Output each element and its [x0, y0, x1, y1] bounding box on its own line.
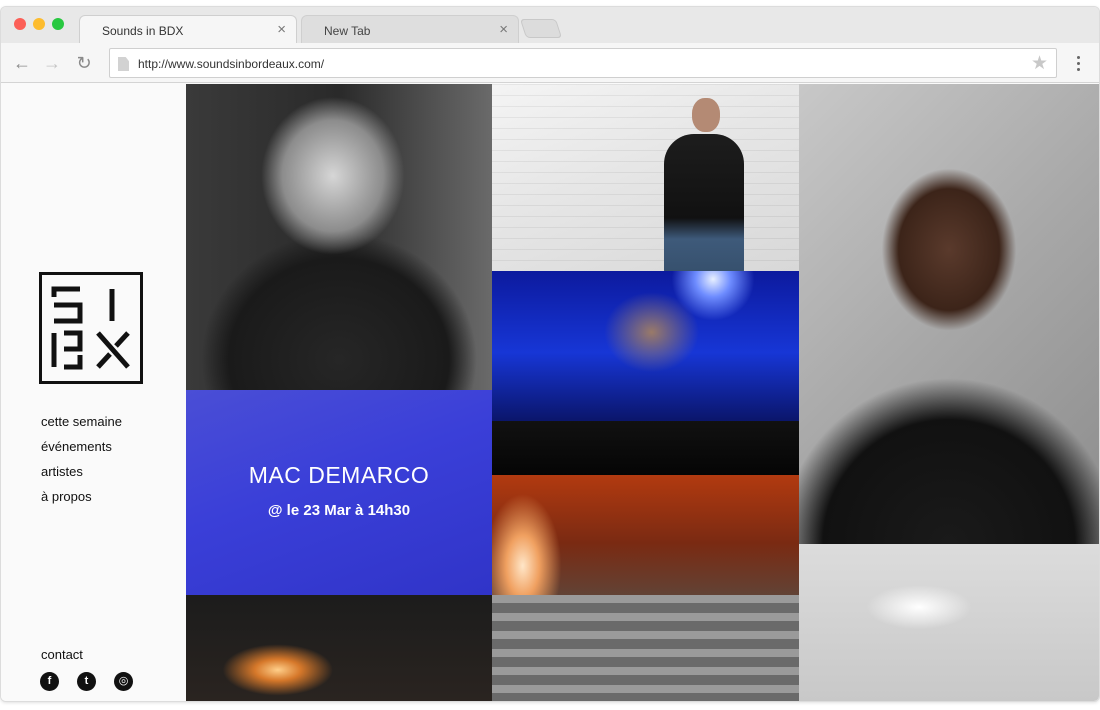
back-arrow-icon[interactable]: ← — [11, 52, 33, 74]
photo-figure — [664, 134, 744, 271]
artist-photo-tile[interactable] — [492, 271, 799, 475]
artist-photo-tile[interactable] — [799, 84, 1099, 544]
new-tab-button[interactable] — [519, 19, 563, 38]
reload-icon[interactable]: ↻ — [73, 52, 95, 74]
nav-artistes[interactable]: artistes — [41, 464, 122, 479]
close-window-button[interactable] — [14, 18, 26, 30]
maximize-window-button[interactable] — [52, 18, 64, 30]
bookmark-star-icon[interactable]: ★ — [1031, 52, 1048, 75]
event-artist-name: MAC DEMARCO — [248, 462, 430, 488]
featured-event-tile[interactable]: MAC DEMARCO @ le 23 Mar à 14h30 — [186, 390, 492, 595]
sidebar: cette semaine événements artistes à prop… — [1, 84, 186, 701]
nav-a-propos[interactable]: à propos — [41, 489, 122, 504]
close-tab-icon[interactable]: × — [277, 21, 286, 38]
close-tab-icon[interactable]: × — [499, 21, 508, 38]
photo-stairs — [492, 595, 799, 701]
artist-photo-tile[interactable] — [799, 544, 1099, 701]
nav-cette-semaine[interactable]: cette semaine — [41, 414, 122, 429]
tab-title: New Tab — [324, 24, 371, 38]
kebab-menu-icon[interactable] — [1071, 52, 1085, 74]
tab-title: Sounds in BDX — [102, 24, 184, 38]
logo-glyphs — [51, 286, 130, 370]
twitter-icon[interactable]: t — [77, 672, 96, 691]
photo-figure-head — [692, 98, 720, 132]
contact-link[interactable]: contact — [41, 647, 83, 662]
forward-arrow-icon[interactable]: → — [41, 52, 63, 74]
tab-strip: Sounds in BDX × New Tab × — [1, 7, 1099, 43]
tab-sounds-in-bdx[interactable]: Sounds in BDX × — [79, 15, 297, 43]
site-logo[interactable] — [39, 272, 143, 384]
web-page: cette semaine événements artistes à prop… — [1, 84, 1099, 701]
artist-photo-tile[interactable] — [186, 595, 492, 701]
photo-dj-desk — [492, 421, 799, 475]
browser-toolbar: ← → ↻ http://www.soundsinbordeaux.com/ ★ — [1, 43, 1099, 83]
artist-photo-tile[interactable] — [492, 84, 799, 271]
nav-evenements[interactable]: événements — [41, 439, 122, 454]
artist-photo-tile[interactable] — [186, 84, 492, 390]
photo-wall-texture — [492, 84, 799, 271]
main-nav: cette semaine événements artistes à prop… — [41, 414, 122, 514]
url-text[interactable]: http://www.soundsinbordeaux.com/ — [138, 57, 324, 71]
address-bar[interactable]: http://www.soundsinbordeaux.com/ ★ — [109, 48, 1057, 78]
event-date: @ le 23 Mar à 14h30 — [267, 502, 411, 519]
tab-new-tab[interactable]: New Tab × — [301, 15, 519, 43]
page-icon — [118, 57, 129, 71]
instagram-icon[interactable]: ◎ — [114, 672, 133, 691]
artist-photo-tile[interactable] — [492, 475, 799, 701]
browser-window: Sounds in BDX × New Tab × ← → ↻ http://w… — [0, 6, 1100, 702]
facebook-icon[interactable]: f — [40, 672, 59, 691]
minimize-window-button[interactable] — [33, 18, 45, 30]
